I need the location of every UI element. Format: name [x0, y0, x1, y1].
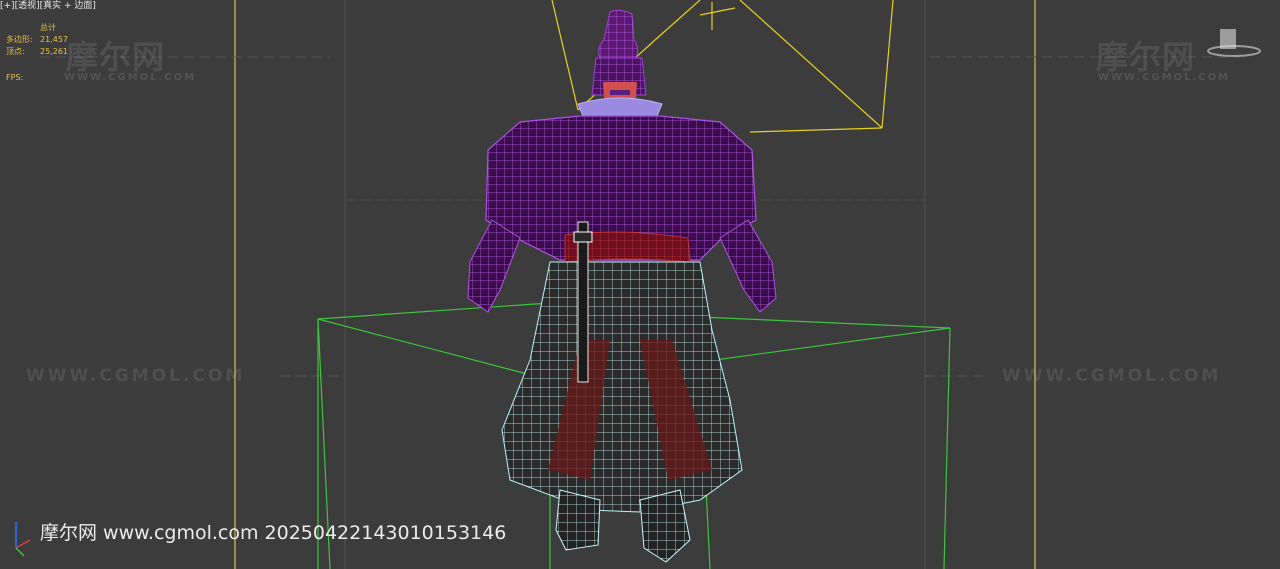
scene-canvas[interactable] — [0, 0, 1280, 569]
watermark-hat-icon — [1207, 29, 1261, 57]
axis-tripod — [15, 522, 31, 557]
watermark-site: WWW.CGMOL.COM — [26, 366, 246, 386]
stats-polygons: 多边形: 21,457 — [6, 34, 68, 46]
polygons-value: 21,457 — [40, 35, 68, 44]
viewport-perspective[interactable]: [+][透视][真实 + 边面] 总计 多边形: 21,457 顶点: 25,2… — [0, 0, 1280, 569]
watermark-site: WWW.CGMOL.COM — [1002, 366, 1222, 386]
stats-header: 总计 — [40, 23, 56, 32]
vertices-value: 25,261 — [40, 47, 68, 56]
watermark-site: WWW.CGMOL.COM — [1098, 72, 1231, 83]
scene-stats: 总计 多边形: 21,457 顶点: 25,261 — [6, 22, 68, 58]
viewport-label[interactable]: [+][透视][真实 + 边面] — [0, 0, 96, 12]
character-mesh — [467, 9, 777, 563]
polygons-label: 多边形: — [6, 35, 33, 44]
stats-vertices: 顶点: 25,261 — [6, 46, 68, 58]
fps-label: FPS: — [6, 73, 24, 82]
watermark-site: WWW.CGMOL.COM — [64, 72, 197, 83]
vertices-label: 顶点: — [6, 47, 25, 56]
footer-watermark: 摩尔网 www.cgmol.com 20250422143010153146 — [40, 522, 507, 544]
